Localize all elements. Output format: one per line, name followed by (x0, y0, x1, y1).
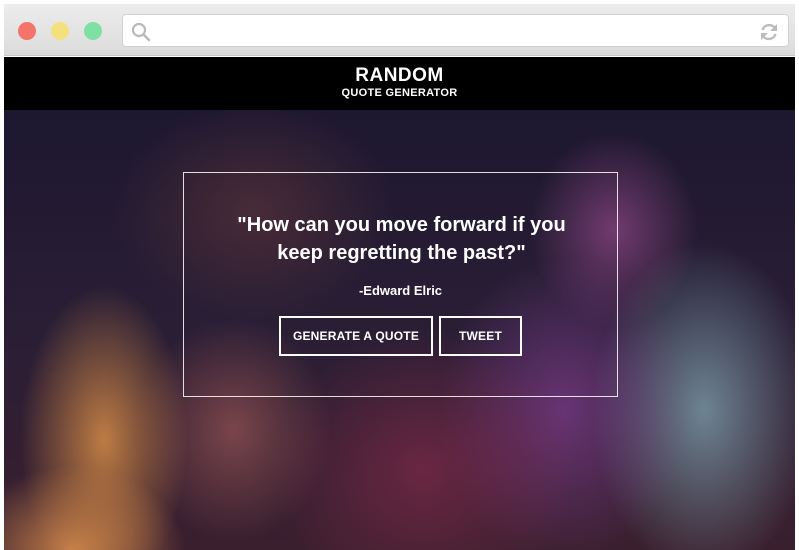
maximize-window-button[interactable] (84, 22, 102, 40)
top-navbar: RANDOM QUOTE GENERATOR (4, 57, 795, 110)
search-icon (131, 22, 151, 42)
browser-window: RANDOM QUOTE GENERATOR "How can you move… (0, 0, 799, 550)
close-window-button[interactable] (18, 22, 36, 40)
page-viewport: RANDOM QUOTE GENERATOR "How can you move… (4, 57, 795, 550)
site-title: RANDOM (355, 65, 444, 86)
site-subtitle: QUOTE GENERATOR (341, 87, 458, 99)
quote-text: "How can you move forward if you keep re… (237, 214, 566, 264)
browser-toolbar (4, 4, 795, 56)
url-input[interactable] (159, 19, 749, 43)
quote-card: "How can you move forward if you keep re… (183, 172, 618, 397)
quote-author: -Edward Elric (358, 283, 443, 298)
smoke-background: "How can you move forward if you keep re… (4, 110, 795, 550)
tweet-button[interactable]: TWEET (439, 316, 522, 356)
generate-quote-button[interactable]: GENERATE A QUOTE (279, 316, 433, 356)
address-bar[interactable] (122, 14, 789, 47)
refresh-icon[interactable] (758, 21, 780, 43)
minimize-window-button[interactable] (51, 22, 69, 40)
